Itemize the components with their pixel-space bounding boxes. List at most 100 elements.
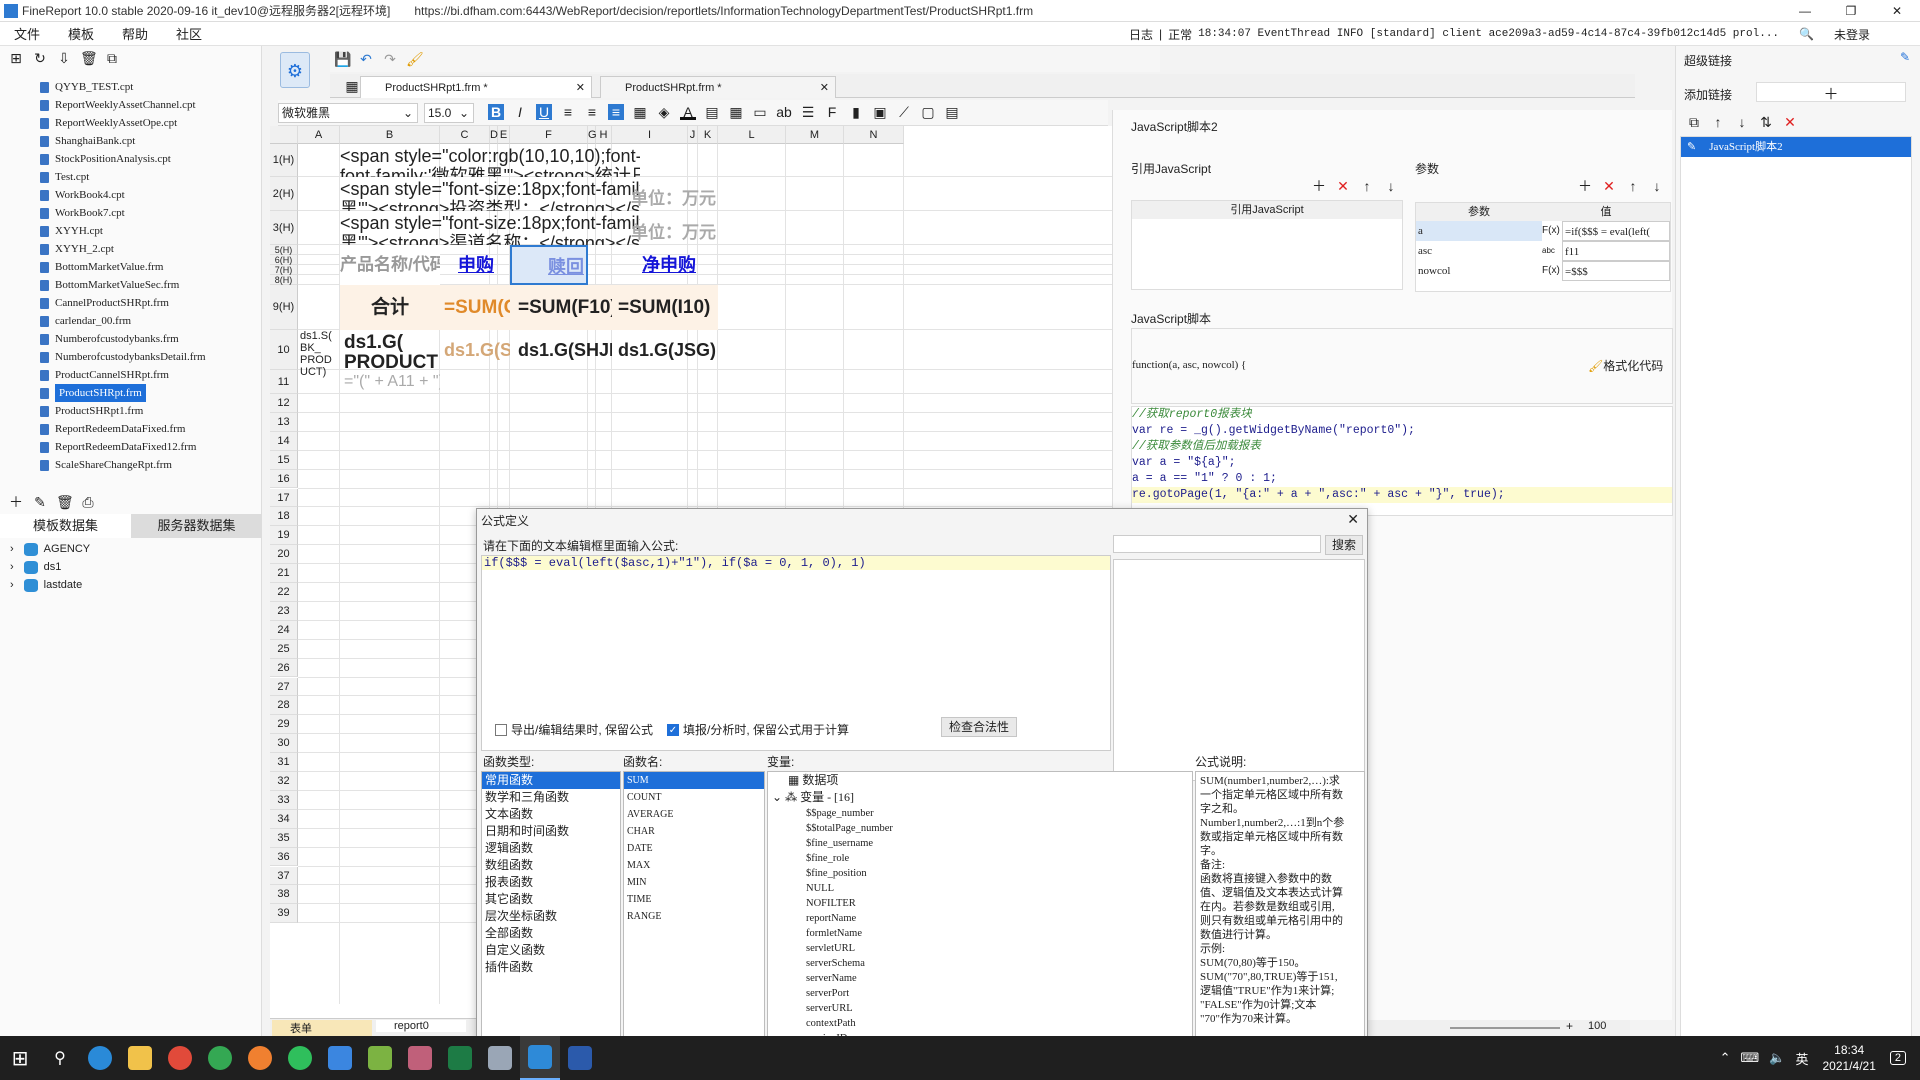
zoom-slider[interactable] — [1450, 1027, 1560, 1029]
dataset-item[interactable]: › AGENCY — [10, 540, 250, 558]
delete-link-icon[interactable]: ✕ — [1782, 114, 1798, 130]
row-header[interactable]: 25 — [270, 639, 298, 659]
network-icon[interactable]: ⌨ — [1741, 1050, 1760, 1066]
header-product-name[interactable]: 产品名称/代码 — [340, 245, 440, 285]
column-header[interactable]: L — [718, 126, 786, 144]
font-color-icon[interactable]: A — [680, 104, 696, 120]
row-header[interactable]: 24 — [270, 620, 298, 640]
file-item[interactable]: ReportRedeemDataFixed.frm — [40, 420, 250, 438]
menu-community[interactable]: 社区 — [176, 24, 202, 43]
row-header[interactable]: 9(H) — [270, 285, 298, 330]
paragraph-icon[interactable]: ☰ — [800, 104, 816, 120]
cell-b1[interactable]: <span style="color:rgb(10,10,10);font-si… — [340, 146, 640, 166]
new-folder-icon[interactable]: ⊞ — [8, 50, 24, 66]
function-type-item[interactable]: 层次坐标函数 — [482, 908, 620, 925]
row-header[interactable]: 30 — [270, 734, 298, 754]
notepad-icon[interactable] — [360, 1036, 400, 1080]
row-header[interactable]: 5(H) — [270, 245, 298, 255]
row-header[interactable]: 33 — [270, 790, 298, 810]
tab-template-datasets[interactable]: 模板数据集 — [0, 514, 131, 538]
row-header[interactable]: 18 — [270, 507, 298, 527]
cell-a10-2[interactable]: BK_ — [300, 342, 340, 354]
align-right-icon[interactable]: ≡ — [608, 104, 624, 120]
copy-link-icon[interactable]: ⧉ — [1686, 114, 1702, 130]
tray-chevron-icon[interactable]: ⌃ — [1720, 1050, 1731, 1066]
row-header[interactable]: 12 — [270, 394, 298, 413]
row-header[interactable]: 20 — [270, 545, 298, 565]
font-family-select[interactable]: 微软雅黑 ⌄ — [278, 103, 418, 123]
dataset-item[interactable]: › ds1 — [10, 558, 250, 576]
function-type-item[interactable]: 全部函数 — [482, 925, 620, 942]
fill-color-icon[interactable]: ◈ — [656, 104, 672, 120]
function-type-item[interactable]: 数学和三角函数 — [482, 789, 620, 806]
row-header[interactable]: 2(H) — [270, 177, 298, 211]
function-name-item[interactable]: AVERAGE — [624, 806, 764, 823]
explorer-icon[interactable] — [120, 1036, 160, 1080]
search-results[interactable] — [1113, 559, 1365, 781]
delete-ref-icon[interactable]: ✕ — [1335, 178, 1351, 194]
cell-unit-2[interactable]: 单位：万元 — [612, 218, 716, 243]
delete-icon[interactable]: 🗑 — [80, 50, 98, 66]
doc-tab-productshrpt1[interactable]: ProductSHRpt1.frm * ✕ — [360, 76, 592, 98]
edit-dataset-icon[interactable]: ✎ — [32, 494, 48, 510]
variable-item[interactable]: servletURL — [768, 941, 1192, 956]
sheet-icon[interactable]: ▤ — [944, 104, 960, 120]
function-name-item[interactable]: RANGE — [624, 908, 764, 925]
underline-button[interactable]: U — [536, 104, 552, 120]
column-header[interactable]: N — [844, 126, 904, 144]
link-item[interactable]: ✎ JavaScript脚本2 — [1681, 137, 1911, 157]
search-icon[interactable]: 🔍 — [1799, 27, 1814, 41]
file-item[interactable]: carlendar_00.frm — [40, 312, 250, 330]
import-icon[interactable]: ⇩ — [56, 50, 72, 66]
add-link-button[interactable]: ＋ — [1756, 82, 1906, 103]
align-left-icon[interactable]: ≡ — [560, 104, 576, 120]
cell-unit-1[interactable]: 单位：万元 — [612, 184, 716, 209]
row-header[interactable]: 37 — [270, 866, 298, 886]
save-icon[interactable]: 💾 — [334, 51, 351, 67]
file-item[interactable]: XYYH.cpt — [40, 222, 250, 240]
row-header[interactable]: 27 — [270, 677, 298, 697]
file-item[interactable]: NumberofcustodybanksDetail.frm — [40, 348, 250, 366]
file-item[interactable]: ProductSHRpt.frm — [40, 384, 250, 402]
row-header[interactable]: 22 — [270, 583, 298, 602]
param-value[interactable]: f11 — [1562, 241, 1670, 261]
header-subscribe[interactable]: 申购 — [440, 245, 510, 285]
word-icon[interactable] — [560, 1036, 600, 1080]
formula-icon[interactable]: F(x) — [1542, 221, 1562, 241]
table-icon[interactable]: ▦ — [728, 104, 744, 120]
keep-formula-fill[interactable]: ✓ 填报/分析时, 保留公式用于计算 — [667, 721, 849, 738]
column-header[interactable]: C — [440, 126, 490, 144]
preview-dataset-icon[interactable]: ⎙ — [80, 494, 96, 510]
row-header[interactable]: 7(H) — [270, 265, 298, 275]
row-header[interactable]: 21 — [270, 564, 298, 583]
function-name-item[interactable]: DATE — [624, 840, 764, 857]
search-field[interactable] — [1113, 535, 1321, 553]
start-button[interactable]: ⊞ — [0, 1036, 40, 1080]
formula-icon[interactable]: F — [824, 104, 840, 120]
file-item[interactable]: XYYH_2.cpt — [40, 240, 250, 258]
function-type-item[interactable]: 自定义函数 — [482, 942, 620, 959]
row-header[interactable]: 32 — [270, 772, 298, 791]
grid-icon[interactable]: ▦ — [344, 78, 360, 94]
redo-icon[interactable]: ↷ — [382, 51, 398, 67]
function-type-item[interactable]: 文本函数 — [482, 806, 620, 823]
shield-icon[interactable] — [320, 1036, 360, 1080]
file-item[interactable]: ProductSHRpt1.frm — [40, 402, 250, 420]
cell-b10[interactable]: ds1.G( — [344, 332, 440, 354]
column-header[interactable]: F — [510, 126, 588, 144]
formula-icon[interactable]: F(x) — [1542, 261, 1562, 281]
browser-icon[interactable] — [160, 1036, 200, 1080]
column-header[interactable]: A — [298, 126, 340, 144]
cell-b2-cont[interactable]: 黑'"><strong>投资类型：</strong></span>< — [340, 199, 640, 211]
function-type-item[interactable]: 插件函数 — [482, 959, 620, 976]
font-size-select[interactable]: 15.0 ⌄ — [424, 103, 474, 123]
edit-icon[interactable]: ✎ — [1900, 50, 1910, 64]
file-item[interactable]: WorkBook4.cpt — [40, 186, 250, 204]
row-header[interactable]: 38 — [270, 885, 298, 905]
function-name-item[interactable]: COUNT — [624, 789, 764, 806]
subreport-icon[interactable]: ▢ — [920, 104, 936, 120]
file-item[interactable]: Test.cpt — [40, 168, 250, 186]
column-header[interactable]: B — [340, 126, 440, 144]
row-header[interactable]: 8(H) — [270, 275, 298, 285]
row-header[interactable]: 1(H) — [270, 144, 298, 177]
